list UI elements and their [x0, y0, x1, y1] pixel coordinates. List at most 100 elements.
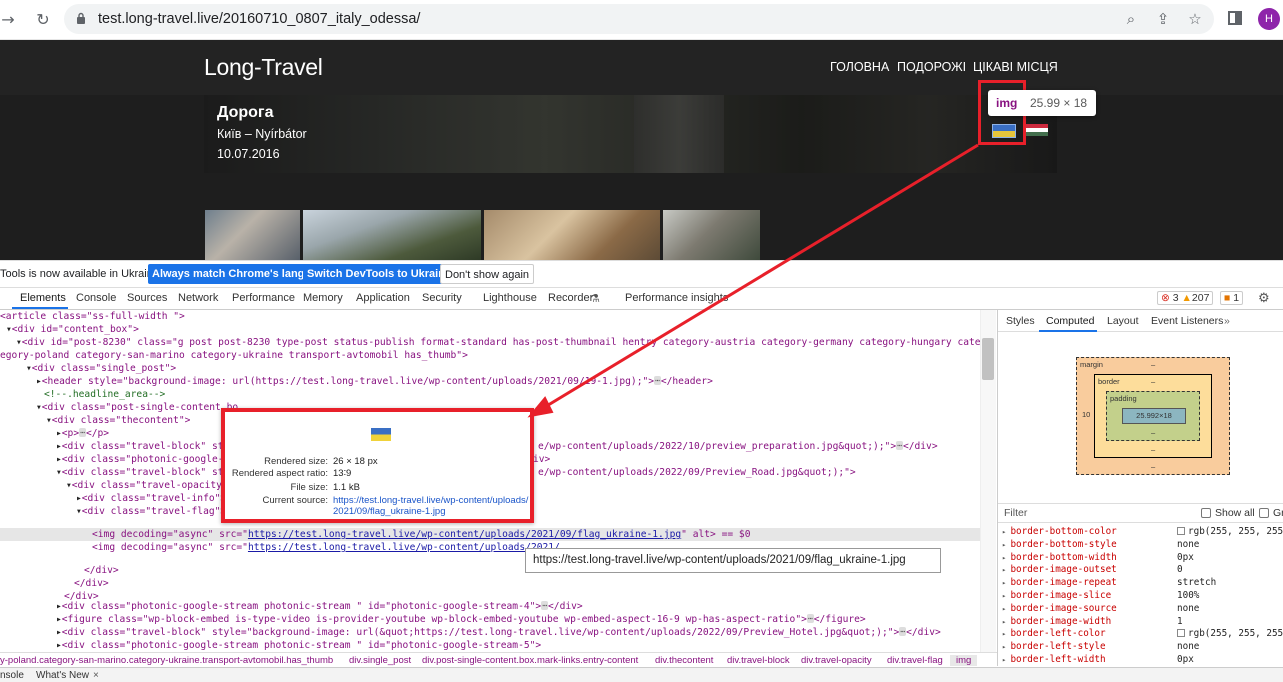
dom-node[interactable]: ▾<div class="single_post"> [26, 362, 176, 375]
address-bar[interactable]: test.long-travel.live/20160710_0807_ital… [64, 4, 1214, 34]
computed-property-row[interactable]: ▸ border-image-outset 0 [1002, 563, 1183, 576]
tab-styles[interactable]: Styles [1006, 315, 1035, 327]
computed-property-row[interactable]: ▸ border-bottom-width 0px [1002, 551, 1194, 564]
travel-block-hero[interactable]: Дорога Київ – Nyírbátor 10.07.2016 [204, 95, 1057, 173]
dom-node-tail[interactable]: iv> [533, 453, 550, 466]
breadcrumb-item[interactable]: div.post-single-content.box.mark-links.e… [422, 655, 638, 666]
tab-security[interactable]: Security [422, 292, 462, 304]
filter-input[interactable]: Filter [1004, 507, 1027, 519]
drawer-tab-whats-new[interactable]: What's New [36, 670, 89, 681]
dom-node[interactable]: <img decoding="async" src="https://test.… [92, 541, 560, 554]
ellipsis-button[interactable]: ⋯ [806, 614, 814, 623]
dom-node-selected[interactable]: <img decoding="async" src="https://test.… [0, 528, 980, 541]
tab-network[interactable]: Network [178, 292, 218, 304]
computed-property-row[interactable]: ▸ border-image-source none [1002, 602, 1199, 615]
dom-node[interactable]: ▾<div class="post-single-content bo [36, 401, 238, 414]
dom-node[interactable]: ▸<div class="photonic-google-stream phot… [56, 600, 583, 613]
dom-node-tail[interactable]: e/wp-content/uploads/2022/10/preview_pre… [538, 440, 938, 453]
drawer-tab-console[interactable]: nsole [0, 670, 24, 681]
settings-gear-icon[interactable]: ⚙ [1258, 290, 1270, 306]
img-src-link[interactable]: https://test.long-travel.live/wp-content… [248, 542, 560, 553]
dom-node[interactable]: ▸<div class="travel-block" styl [56, 440, 235, 453]
show-all-checkbox[interactable] [1201, 508, 1211, 518]
computed-property-row[interactable]: ▸ border-image-repeat stretch [1002, 576, 1216, 589]
dom-node[interactable]: ▸<p>⋯</p> [56, 427, 109, 440]
info-counter[interactable]: ■ 1 [1220, 291, 1244, 305]
issues-counter[interactable]: ⊗ 3 ▲207 [1157, 291, 1214, 305]
reload-icon[interactable]: ↻ [31, 8, 55, 32]
dom-close-tag[interactable]: </div> [84, 564, 119, 577]
breadcrumb-item[interactable]: div.travel-flag [887, 655, 943, 666]
breadcrumb-item[interactable]: div.thecontent [655, 655, 713, 666]
tab-layout[interactable]: Layout [1107, 315, 1139, 327]
site-logo[interactable]: Long-Travel [204, 54, 323, 81]
dom-node[interactable]: ▾<div class="thecontent"> [46, 414, 190, 427]
ellipsis-button[interactable]: ⋯ [896, 441, 903, 450]
box-model-content[interactable]: 25.992×18 [1122, 408, 1186, 424]
dom-node[interactable]: ▾<div id="content_box"> [6, 323, 139, 336]
tab-performance-insights[interactable]: Performance insights [625, 292, 728, 304]
dom-node[interactable]: ▾<div id="post-8230" class="g post post-… [16, 336, 996, 349]
forward-icon[interactable]: → [0, 8, 20, 32]
tab-application[interactable]: Application [356, 292, 410, 304]
computed-property-row[interactable]: ▸ border-image-width 1 [1002, 615, 1183, 628]
menu-item-trips[interactable]: ПОДОРОЖІ [897, 60, 966, 74]
breadcrumb-item[interactable]: div.single_post [349, 655, 411, 666]
menu-item-home[interactable]: ГОЛОВНА [830, 60, 889, 74]
elements-scroll-thumb[interactable] [982, 338, 994, 380]
gallery-thumb[interactable] [484, 210, 660, 260]
dom-node[interactable]: ▾<div class="travel-flag"> [76, 505, 226, 518]
tab-recorder[interactable]: Recorder [548, 292, 593, 304]
dom-node[interactable]: ▾<div class="travel-block" styl [56, 466, 235, 479]
computed-property-row[interactable]: ▸ border-left-style none [1002, 640, 1199, 653]
dont-show-again-button[interactable]: Don't show again [440, 264, 535, 284]
gallery-thumb[interactable] [303, 210, 481, 260]
group-checkbox[interactable] [1259, 508, 1269, 518]
dom-node[interactable]: ▸<div class="travel-info"> [76, 492, 226, 505]
color-swatch[interactable] [1177, 629, 1185, 638]
tab-elements[interactable]: Elements [20, 292, 66, 304]
share-icon[interactable]: ⇪ [1154, 10, 1172, 28]
computed-property-row[interactable]: ▸ border-left-width 0px [1002, 653, 1194, 666]
dom-node[interactable]: ▸<figure class="wp-block-embed is-type-v… [56, 613, 866, 626]
dom-node[interactable]: ▸<header style="background-image: url(ht… [36, 375, 713, 388]
ellipsis-button[interactable]: ⋯ [654, 376, 661, 385]
breadcrumb-item[interactable]: div.travel-opacity [801, 655, 872, 666]
tab-console[interactable]: Console [76, 292, 116, 304]
color-swatch[interactable] [1177, 527, 1185, 535]
tab-lighthouse[interactable]: Lighthouse [483, 292, 537, 304]
ellipsis-button[interactable]: ⋯ [79, 428, 86, 437]
bookmark-star-icon[interactable]: ☆ [1186, 10, 1204, 28]
zoom-icon[interactable]: ⌕ [1122, 10, 1140, 28]
computed-property-row[interactable]: ▸ border-bottom-color rgb(255, 255, 255) [1002, 525, 1283, 538]
img-src-link[interactable]: https://test.long-travel.live/wp-content… [248, 529, 681, 540]
tab-sources[interactable]: Sources [127, 292, 167, 304]
ellipsis-button[interactable]: ⋯ [541, 601, 549, 610]
dom-node[interactable]: ▸<div class="photonic-google-stream phot… [56, 639, 541, 652]
breadcrumb-item[interactable]: y-poland.category-san-marino.category-uk… [0, 655, 333, 666]
dom-node[interactable]: <article class="ss-full-width "> [0, 310, 185, 323]
gallery-thumb[interactable] [663, 210, 760, 260]
current-source-link[interactable]: https://test.long-travel.live/wp-content… [333, 495, 533, 517]
dom-node[interactable]: ▸<div class="photonic-google-st [56, 453, 235, 466]
dom-node[interactable]: ▾<div class="travel-opacity [66, 479, 222, 492]
dom-comment[interactable]: <!--.headline_area--> [44, 388, 165, 401]
profile-avatar[interactable]: H [1258, 8, 1280, 30]
computed-property-row[interactable]: ▸ border-image-slice 100% [1002, 589, 1199, 602]
dom-node-continued[interactable]: egory-poland category-san-marino categor… [0, 349, 468, 362]
more-tabs-icon[interactable]: » [1224, 315, 1230, 327]
dom-node[interactable]: ▸<div class="travel-block" style="backgr… [56, 626, 941, 639]
breadcrumb-item[interactable]: div.travel-block [727, 655, 790, 666]
tab-performance[interactable]: Performance [232, 292, 295, 304]
breadcrumb-item-selected[interactable]: img [950, 655, 978, 666]
side-panel-icon[interactable] [1228, 11, 1242, 25]
tab-memory[interactable]: Memory [303, 292, 343, 304]
gallery-thumb[interactable] [205, 210, 300, 260]
computed-property-row[interactable]: ▸ border-left-color rgb(255, 255, 255) [1002, 627, 1283, 640]
hungary-flag-image[interactable] [1026, 124, 1048, 136]
dom-node-tail[interactable]: e/wp-content/uploads/2022/09/Preview_Roa… [538, 466, 856, 479]
close-icon[interactable]: × [93, 670, 99, 681]
tab-event-listeners[interactable]: Event Listeners [1151, 315, 1223, 327]
menu-item-places[interactable]: ЦІКАВІ МІСЦЯ [973, 60, 1058, 74]
dom-close-tag[interactable]: </div> [74, 577, 109, 590]
